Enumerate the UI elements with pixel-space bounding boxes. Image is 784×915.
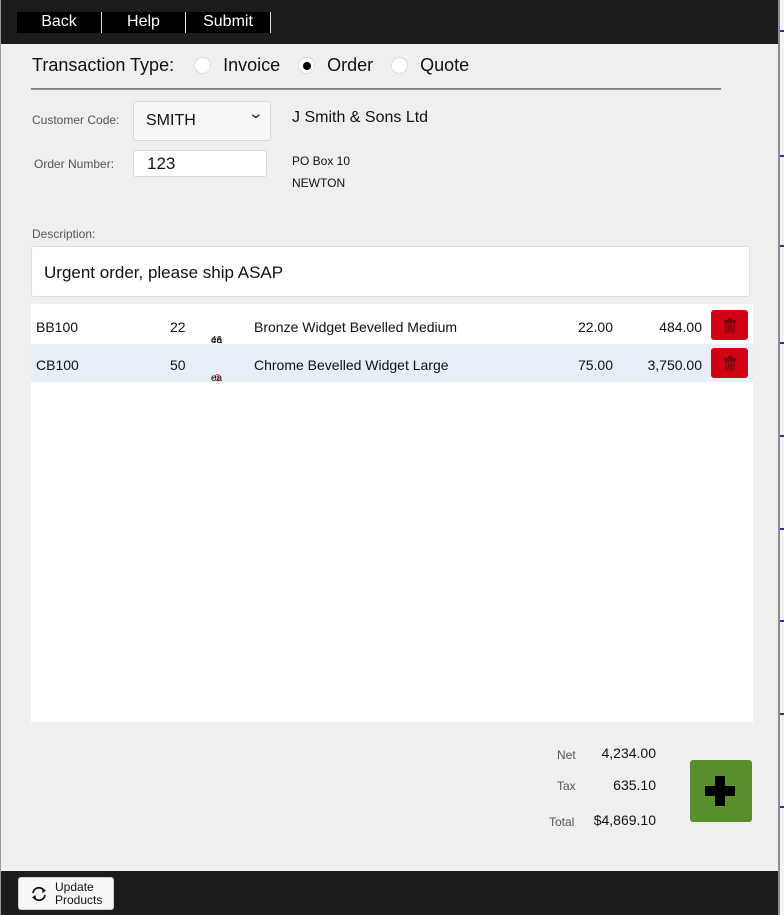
delete-line-button[interactable] [711,310,748,340]
radio-invoice-label: Invoice [223,54,281,75]
radio-quote-label: Quote [420,54,470,75]
customer-code-label: Customer Code: [32,113,120,127]
bottom-toolbar: Update Products [1,871,781,915]
order-number-label: Order Number: [34,157,115,171]
background-window-edge [778,0,784,915]
customer-code-value: SMITH [146,112,196,129]
line-description: Bronze Widget Bevelled Medium [254,319,458,335]
top-toolbar: Back Help Submit [1,0,781,44]
radio-order-label: Order [327,54,374,75]
header-divider [31,88,721,90]
net-value: 4,234.00 [601,745,657,761]
tax-value: 635.10 [613,777,656,793]
description-input[interactable]: Urgent order, please ship ASAP [31,246,750,297]
customer-code-select[interactable]: SMITH ⌄ [133,101,271,141]
line-code: CB100 [36,357,79,373]
chevron-down-icon: ⌄ [247,105,265,121]
customer-address-line1: PO Box 10 [292,154,351,168]
update-products-line2: Products [55,893,103,907]
line-description: Chrome Bevelled Widget Large [254,357,449,373]
line-code: BB100 [36,319,79,335]
add-line-button[interactable] [690,760,752,822]
line-qty: 22 [170,319,186,335]
back-button[interactable]: Back [17,12,102,33]
line-amount: 3,750.00 [647,357,703,373]
radio-option-invoice[interactable]: Invoice [194,55,282,76]
order-entry-window: Back Help Submit Transaction Type: Invoi… [0,0,781,915]
table-row[interactable]: CB100 50 -6 ea Chrome Bevelled Widget La… [31,344,753,384]
update-products-label: Update Products [55,881,102,907]
customer-name: J Smith & Sons Ltd [292,109,429,126]
transaction-type-label: Transaction Type: [32,54,175,75]
trash-icon [723,317,736,333]
customer-address-line2: NEWTON [292,176,346,190]
trash-icon [723,355,736,371]
update-products-button[interactable]: Update Products [18,877,114,910]
radio-quote[interactable] [391,56,409,74]
line-price: 75.00 [577,357,613,373]
toolbar-buttons: Back Help Submit [17,12,271,33]
table-row[interactable]: BB100 22 46 ea Bronze Widget Bevelled Me… [31,306,753,346]
order-lines-table: BB100 22 46 ea Bronze Widget Bevelled Me… [31,304,753,722]
transaction-type-group: Transaction Type: Invoice Order Quote [32,54,487,76]
line-qty: 50 [170,357,186,373]
radio-option-quote[interactable]: Quote [391,55,471,76]
line-amount: 484.00 [659,319,702,335]
radio-order[interactable] [298,56,316,74]
total-value: $4,869.10 [593,812,656,828]
radio-option-order[interactable]: Order [298,55,375,76]
radio-invoice[interactable] [194,56,212,74]
help-button[interactable]: Help [102,12,186,33]
line-price: 22.00 [577,319,613,335]
stock-unit: ea [211,373,223,384]
order-number-input[interactable]: 123 [133,150,267,177]
refresh-icon [32,886,46,902]
description-label: Description: [32,227,96,241]
submit-button[interactable]: Submit [186,12,271,33]
delete-line-button[interactable] [711,348,748,378]
